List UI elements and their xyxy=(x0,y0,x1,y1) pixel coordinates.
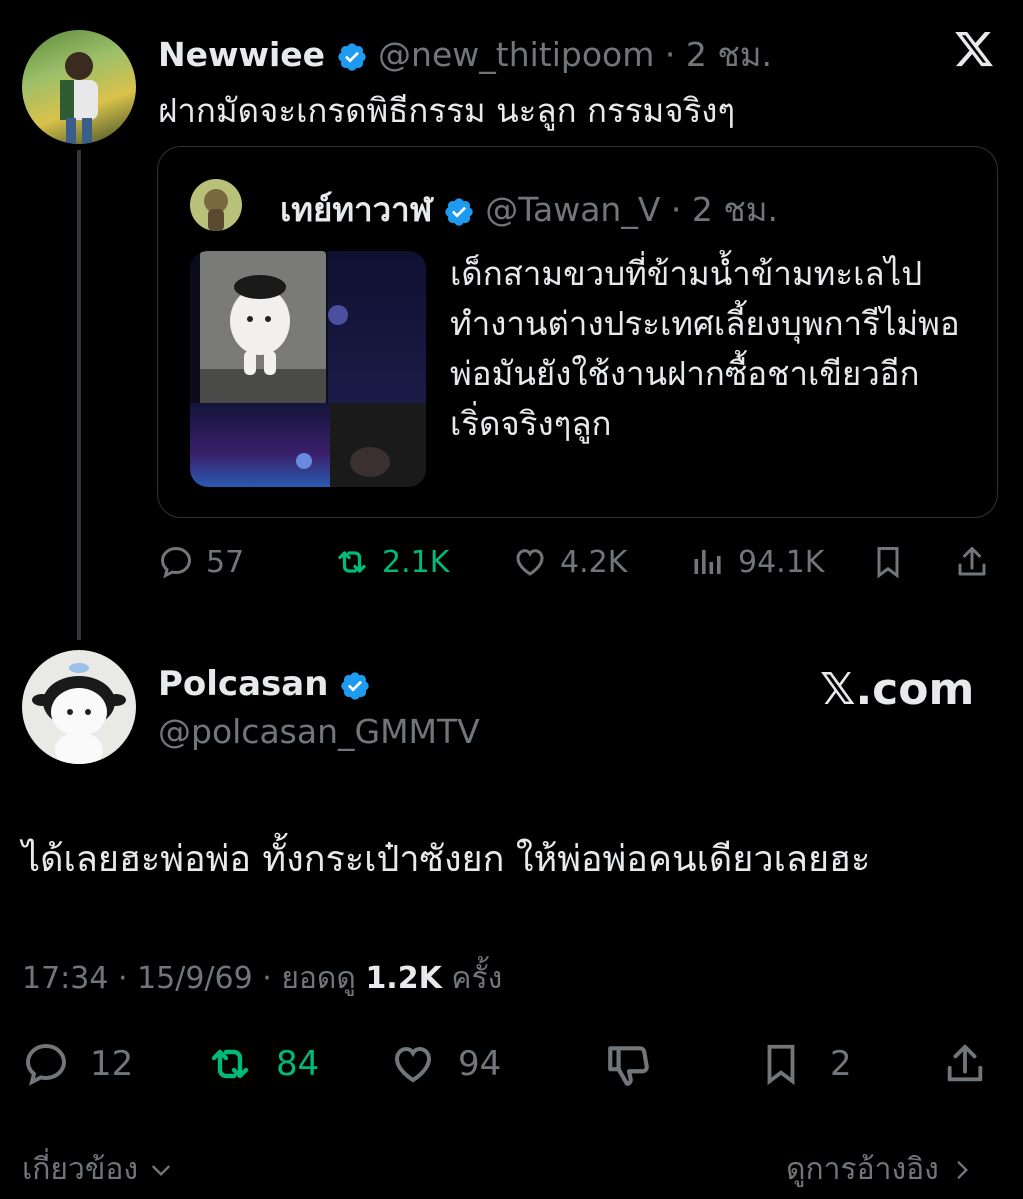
views-icon xyxy=(694,550,721,574)
retweet-count: 84 xyxy=(276,1044,320,1084)
related-label: เกี่ยวข้อง xyxy=(22,1152,139,1187)
main-avatar[interactable] xyxy=(22,650,136,764)
like-icon xyxy=(516,549,544,576)
quote-author-name[interactable]: เทย์ทาวาฬ xyxy=(280,190,432,229)
see-quotes-link[interactable]: ดูการอ้างอิง xyxy=(786,1146,975,1193)
main-views-suffix: ครั้ง xyxy=(451,961,503,996)
separator: · xyxy=(670,190,682,229)
share-button[interactable] xyxy=(954,544,990,580)
reply-count: 12 xyxy=(90,1044,134,1084)
retweet-button[interactable]: 2.1K xyxy=(334,544,449,580)
bookmark-button[interactable]: 2 xyxy=(758,1040,852,1088)
dislike-icon xyxy=(608,1046,649,1086)
verified-icon xyxy=(445,197,473,226)
parent-author-handle[interactable]: @new_thitipoom xyxy=(378,35,654,74)
parent-header: Newwiee @new_thitipoom · 2 ชม. xyxy=(158,28,772,81)
share-icon xyxy=(947,1044,983,1082)
verified-icon xyxy=(337,42,366,71)
retweet-button[interactable]: 84 xyxy=(204,1040,319,1088)
chevron-down-icon xyxy=(152,1165,170,1176)
main-tweet-text: ได้เลยฮะพ่อพ่อ ทั้งกระเป๋าซังยก ให้พ่อพ่… xyxy=(22,839,871,880)
bookmark-icon xyxy=(877,547,899,579)
like-button[interactable]: 4.2K xyxy=(512,544,627,580)
reply-count: 57 xyxy=(206,544,245,580)
views-count: 94.1K xyxy=(738,544,825,580)
retweet-count: 2.1K xyxy=(382,544,450,580)
main-action-bar: 12 84 94 2 xyxy=(0,1040,1023,1090)
parent-tweet-text: ฝากมัดจะเกรดพิธีกรรม นะลูก กรรมจริงๆ xyxy=(158,91,736,130)
reply-button[interactable]: 57 xyxy=(158,544,244,580)
verified-icon xyxy=(341,671,369,700)
quote-media[interactable] xyxy=(190,251,426,487)
x-logo-icon xyxy=(952,28,996,70)
like-count: 94 xyxy=(458,1044,502,1084)
bookmark-count: 2 xyxy=(830,1044,852,1084)
parent-avatar[interactable] xyxy=(22,30,136,144)
bookmark-button[interactable] xyxy=(870,544,906,580)
main-author-row: Polcasan xyxy=(158,664,371,704)
share-button[interactable] xyxy=(942,1040,988,1088)
reply-icon xyxy=(160,546,192,579)
views-button[interactable]: 94.1K xyxy=(690,544,824,580)
quote-card[interactable]: เทย์ทาวาฬ @Tawan_V · 2 ชม. เด็กสามขวบที่… xyxy=(157,146,998,518)
like-button[interactable]: 94 xyxy=(388,1040,501,1088)
retweet-icon xyxy=(338,551,366,573)
quote-timestamp[interactable]: 2 ชม. xyxy=(692,190,778,229)
separator: · xyxy=(664,35,676,74)
parent-timestamp[interactable]: 2 ชม. xyxy=(686,35,772,74)
bookmark-icon xyxy=(767,1044,795,1086)
main-author-handle[interactable]: @polcasan_GMMTV xyxy=(158,712,480,751)
main-views-count[interactable]: 1.2K xyxy=(365,961,441,996)
like-icon xyxy=(394,1046,432,1083)
retweet-icon xyxy=(211,1049,249,1079)
related-link[interactable]: เกี่ยวข้อง xyxy=(22,1146,174,1193)
quote-avatar[interactable] xyxy=(190,179,242,231)
quote-author-handle[interactable]: @Tawan_V xyxy=(485,190,660,229)
parent-action-bar: 57 2.1K 4.2K 94.1K xyxy=(0,540,1023,590)
see-quotes-label: ดูการอ้างอิง xyxy=(786,1152,939,1187)
watermark: 𝕏.com xyxy=(820,664,975,715)
chevron-right-icon xyxy=(957,1160,968,1179)
reply-button[interactable]: 12 xyxy=(22,1040,133,1088)
share-icon xyxy=(958,547,986,576)
quote-text: เด็กสามขวบที่ข้ามน้ำข้ามทะเลไปทำงานต่างป… xyxy=(450,254,960,443)
quote-header: เทย์ทาวาฬ @Tawan_V · 2 ชม. xyxy=(280,183,778,236)
dislike-button[interactable] xyxy=(604,1040,654,1090)
like-count: 4.2K xyxy=(560,544,628,580)
main-author-name[interactable]: Polcasan xyxy=(158,664,328,704)
main-meta: 17:34 · 15/9/69 · ยอดดู 1.2K ครั้ง xyxy=(22,955,502,1002)
main-timestamp[interactable]: 17:34 · 15/9/69 · ยอดดู xyxy=(22,961,356,996)
reply-icon xyxy=(25,1043,67,1086)
parent-author-name[interactable]: Newwiee xyxy=(158,35,325,74)
